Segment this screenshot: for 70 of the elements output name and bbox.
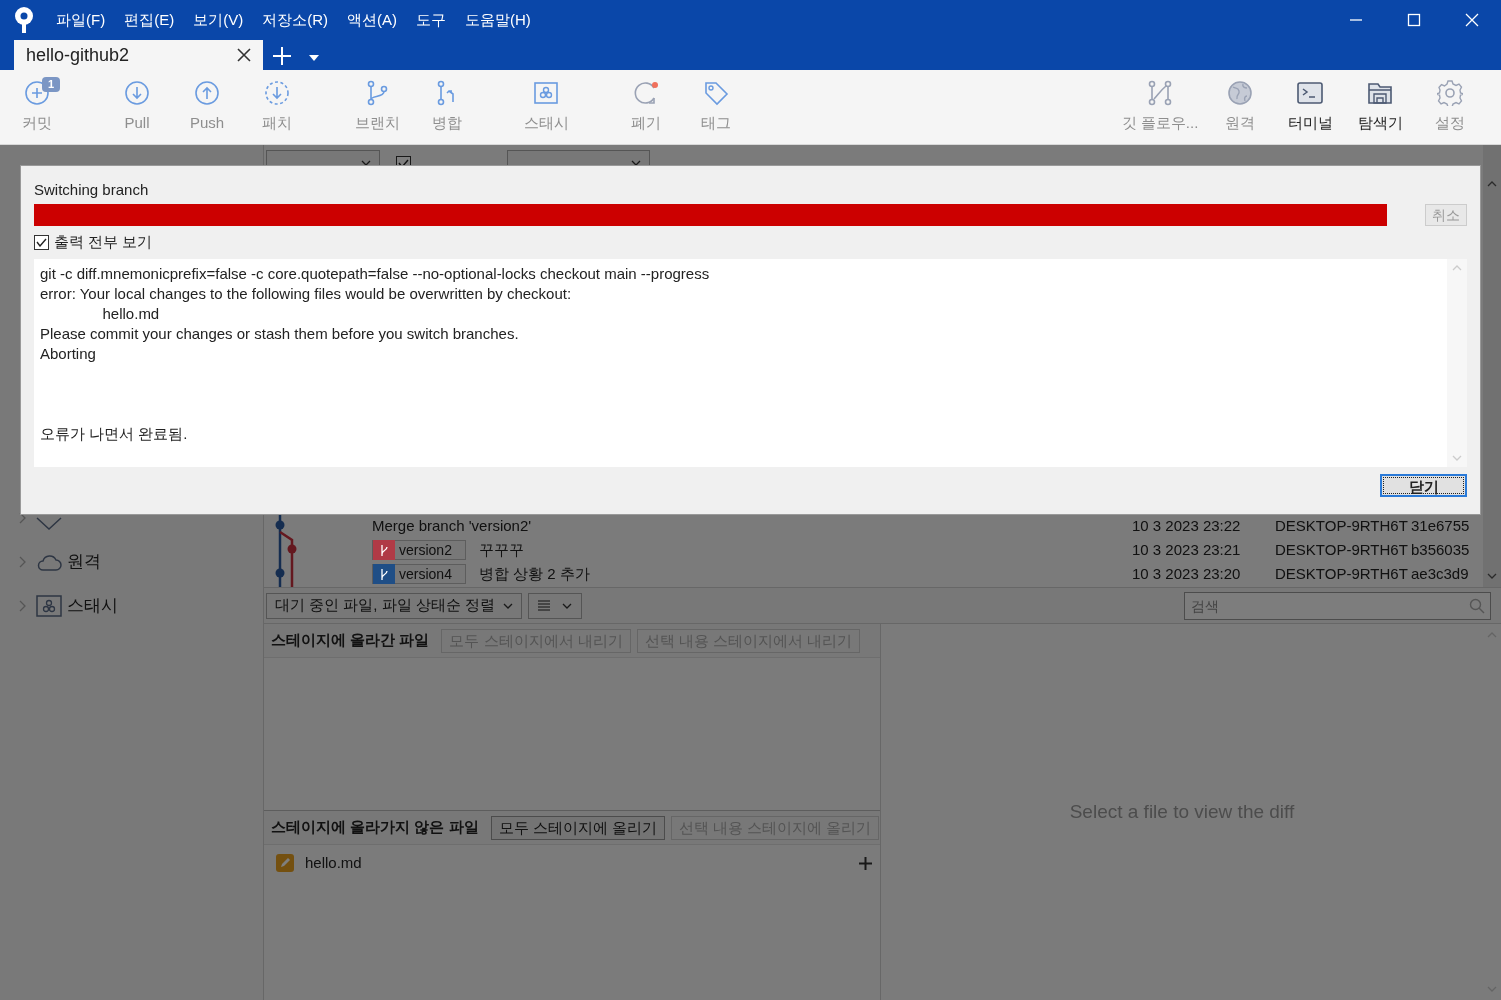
- commit-author: DESKTOP-9RTH6T: [1275, 515, 1409, 536]
- sidebar-item[interactable]: 스태시: [0, 584, 263, 628]
- commit-date: 10 3 2023 23:22: [1132, 515, 1242, 536]
- scroll-up-icon[interactable]: [1487, 181, 1497, 187]
- flow-icon: [1147, 80, 1173, 106]
- file-row[interactable]: hello.md: [264, 849, 880, 877]
- panel-title: 스테이지에 올라가지 않은 파일: [271, 817, 479, 838]
- repository-tab[interactable]: hello-github2: [14, 40, 263, 70]
- logo-icon: [12, 6, 36, 34]
- commit-hash: b356035: [1411, 539, 1471, 560]
- search-icon: [1469, 597, 1485, 614]
- settings-icon: [1437, 80, 1463, 106]
- count-badge: 1: [42, 77, 61, 92]
- commit-row[interactable]: Merge branch 'version2' 10 3 2023 23:22 DESKTOP-9RTH6T 31e6755: [372, 514, 1483, 538]
- download-icon: [264, 80, 290, 106]
- menu-item[interactable]: 보기(V): [193, 8, 244, 32]
- stash-icon: [36, 594, 62, 618]
- menu-item[interactable]: 도구: [416, 8, 446, 32]
- panel-button[interactable]: 모두 스테이지에 올리기: [490, 815, 665, 840]
- commit-message: 병합 상황 2 추가: [479, 563, 590, 584]
- terminal-icon: [1297, 80, 1323, 106]
- menu-item[interactable]: 도움말(H): [465, 8, 531, 32]
- branch-label: version4: [372, 564, 466, 584]
- commit-row[interactable]: version2 꾸꾸꾸 10 3 2023 23:21 DESKTOP-9RTH6T b356035: [372, 538, 1483, 562]
- commit-row[interactable]: version4 병합 상황 2 추가 10 3 2023 23:20 DESKTOP-9RTH6T ae3c3d9: [372, 562, 1483, 586]
- close-icon[interactable]: [237, 48, 251, 62]
- commit-hash: 31e6755: [1411, 515, 1471, 536]
- commit-hash: ae3c3d9: [1411, 563, 1470, 584]
- commit-author: DESKTOP-9RTH6T: [1275, 563, 1409, 584]
- commit-message: Merge branch 'version2': [372, 515, 532, 536]
- tab-label: hello-github2: [26, 43, 131, 67]
- commit-date: 10 3 2023 23:21: [1132, 539, 1242, 560]
- close-button[interactable]: 닫기: [1380, 474, 1467, 497]
- branch-label: version2: [372, 540, 466, 560]
- upload-icon: [194, 80, 220, 106]
- branch-icon: [379, 543, 389, 557]
- check-icon: [36, 237, 47, 247]
- branch-icon: [379, 567, 389, 581]
- show-all-checkbox[interactable]: 출력 전부 보기: [34, 232, 1467, 252]
- commit-date: 10 3 2023 23:20: [1132, 563, 1242, 584]
- chevron-down-icon: [562, 602, 572, 609]
- scroll-down-icon[interactable]: [1487, 573, 1497, 579]
- file-sort-dropdown[interactable]: 대기 중인 파일, 파일 상태순 정렬: [266, 592, 522, 619]
- tag-icon: [703, 80, 729, 106]
- output-text: git -c diff.mnemonicprefix=false -c core.quotepath=false --no-optional-locks checkout main --progress error: Your local changes to the following files would be overwritten by checkout: hello.md Please commit your changes or stash them before you switch branches. Aborting 오류가 나면서 완료됨.: [39, 264, 711, 444]
- stash-icon: [533, 80, 559, 106]
- panel-title: 스테이지에 올라간 파일: [271, 630, 430, 651]
- dialog-title: Switching branch: [34, 180, 150, 200]
- menu-item[interactable]: 편집(E): [124, 8, 175, 32]
- tag-icon: [36, 517, 62, 530]
- refresh-icon: [633, 80, 659, 106]
- toolbar-button[interactable]: 터미널: [1275, 80, 1345, 135]
- menu-item[interactable]: 액션(A): [347, 8, 397, 32]
- sidebar-item[interactable]: 원격: [0, 540, 263, 584]
- menu-item[interactable]: 파일(F): [56, 8, 106, 32]
- menu-item[interactable]: 저장소(R): [262, 8, 328, 32]
- download-icon: [124, 80, 150, 106]
- search-field[interactable]: 검색: [1184, 591, 1491, 620]
- plus-icon[interactable]: [859, 856, 872, 870]
- plus-circle-icon: [24, 80, 50, 106]
- toolbar-button[interactable]: 탐색기: [1345, 80, 1415, 135]
- globe-icon: [1227, 80, 1253, 106]
- commit-message: 꾸꾸꾸: [479, 539, 524, 560]
- list-icon: [538, 600, 550, 611]
- maximize-icon[interactable]: [1407, 13, 1421, 27]
- pencil-icon: [276, 854, 294, 872]
- commit-author: DESKTOP-9RTH6T: [1275, 539, 1409, 560]
- folder-icon: [1367, 80, 1393, 106]
- caret-icon[interactable]: [309, 55, 319, 61]
- chevron-down-icon: [503, 602, 513, 609]
